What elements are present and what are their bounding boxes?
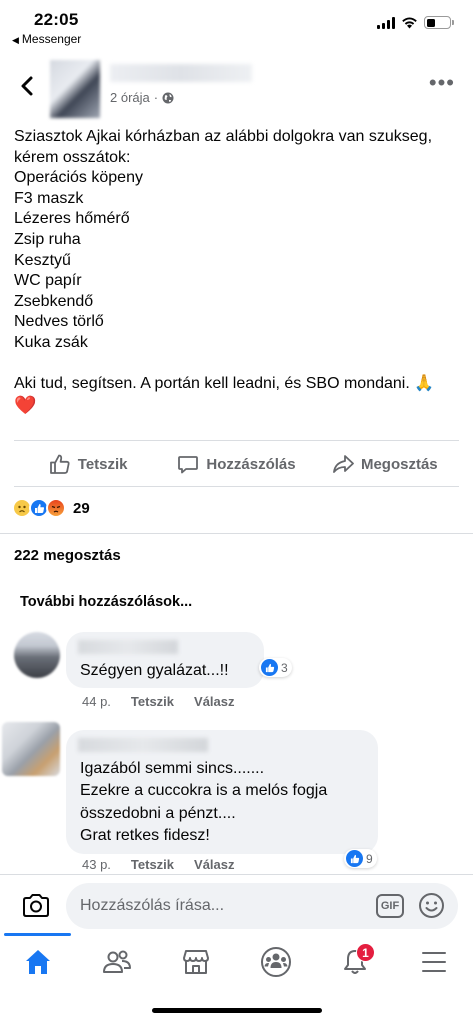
comment-label: Hozzászólás xyxy=(206,455,296,473)
cellular-signal-icon xyxy=(377,16,395,29)
tab-groups[interactable] xyxy=(256,942,296,982)
divider xyxy=(14,440,459,441)
groups-icon xyxy=(261,947,291,977)
wifi-icon xyxy=(402,17,417,29)
chevron-left-icon xyxy=(21,76,33,96)
comment-reply-button[interactable]: Válasz xyxy=(194,857,234,872)
post-closing-line: Aki tud, segítsen. A portán kell leadni,… xyxy=(14,375,435,393)
comment-text-line: Igazából semmi sincs....... xyxy=(80,760,265,777)
reactions-summary[interactable]: 29 xyxy=(12,498,90,518)
commenter-avatar[interactable] xyxy=(14,632,60,678)
author-name-redacted[interactable] xyxy=(110,64,252,82)
post-actions: Tetszik Hozzászólás Megosztás xyxy=(14,442,459,486)
angry-reaction-icon xyxy=(46,498,66,518)
tab-marketplace[interactable] xyxy=(176,942,216,982)
active-tab-indicator xyxy=(4,933,71,936)
comment-text: Igazából semmi sincs....... Ezekre a cuc… xyxy=(80,758,327,848)
comment-meta: 43 p. Tetszik Válasz xyxy=(82,857,235,872)
like-reaction-icon xyxy=(261,659,278,676)
bottom-tab-bar: 1 xyxy=(0,938,473,988)
status-icons xyxy=(377,16,454,29)
back-triangle-icon: ◀ xyxy=(12,35,19,45)
post-line: Nedves törlő xyxy=(14,313,104,331)
home-icon xyxy=(26,950,50,974)
thumbs-up-icon xyxy=(49,454,70,474)
post-line: Kuka zsák xyxy=(14,333,88,351)
comment-time: 43 p. xyxy=(82,857,111,872)
home-indicator[interactable] xyxy=(152,1008,322,1013)
comment-reaction-count: 9 xyxy=(366,851,373,866)
author-avatar[interactable] xyxy=(50,60,100,118)
more-options-button[interactable]: ••• xyxy=(429,72,455,94)
hamburger-menu-icon xyxy=(422,952,446,972)
share-button[interactable]: Megosztás xyxy=(311,453,459,475)
comment-text-line: Ezekre a cuccokra is a melós fogja xyxy=(80,782,328,800)
more-dots-icon: ••• xyxy=(428,70,455,95)
post-header: 2 órája · ••• xyxy=(0,52,473,122)
comment-text-line: Grat retkes fidesz! xyxy=(80,827,210,845)
post-line: Kesztyű xyxy=(14,251,71,269)
emoji-button[interactable] xyxy=(418,892,445,919)
heart-emoji: ❤️ xyxy=(14,394,37,415)
notification-badge: 1 xyxy=(356,943,375,962)
camera-button[interactable] xyxy=(20,890,52,922)
tab-home[interactable] xyxy=(18,942,58,982)
view-more-comments-link[interactable]: További hozzászólások... xyxy=(20,594,192,610)
share-count[interactable]: 222 megosztás xyxy=(14,547,121,564)
back-to-app-link[interactable]: ◀ Messenger xyxy=(12,32,81,46)
post-line: F3 maszk xyxy=(14,189,84,207)
comment-reaction-count: 3 xyxy=(281,660,288,675)
commenter-name-redacted[interactable] xyxy=(78,640,178,654)
post-line: kérem osszátok: xyxy=(14,148,131,166)
comment-reactions[interactable]: 3 xyxy=(259,658,292,677)
post-line: Zsip ruha xyxy=(14,230,81,248)
composer-divider xyxy=(0,874,473,875)
like-label: Tetszik xyxy=(77,455,128,473)
globe-icon xyxy=(162,92,174,103)
share-label: Megosztás xyxy=(360,455,438,473)
comment-like-button[interactable]: Tetszik xyxy=(131,694,174,709)
status-time: 22:05 xyxy=(34,10,79,29)
divider xyxy=(14,486,459,487)
post-timestamp: 2 órája · xyxy=(110,90,174,105)
back-app-label: Messenger xyxy=(21,32,82,46)
like-button[interactable]: Tetszik xyxy=(14,453,162,475)
tab-menu[interactable] xyxy=(414,942,454,982)
friends-icon xyxy=(103,950,131,973)
post-line: Sziasztok Ajkai kórházban az alábbi dolg… xyxy=(14,128,433,145)
comment-text-line: összedobni a pénzt.... xyxy=(80,804,236,822)
post-line: Zsebkendő xyxy=(14,292,94,310)
camera-icon xyxy=(23,894,49,917)
tab-friends[interactable] xyxy=(97,942,137,982)
status-bar: 22:05 ◀ Messenger xyxy=(0,0,473,50)
tab-notifications[interactable]: 1 xyxy=(335,942,375,982)
back-button[interactable] xyxy=(14,72,42,100)
comment-reply-button[interactable]: Válasz xyxy=(194,694,234,709)
comment-time: 44 p. xyxy=(82,694,111,709)
like-reaction-icon xyxy=(346,850,363,867)
post-line: WC papír xyxy=(14,272,82,290)
post-time-text: 2 órája xyxy=(110,90,150,105)
comment-text: Szégyen gyalázat...!! xyxy=(80,662,229,679)
battery-icon xyxy=(424,16,454,29)
commenter-name-redacted[interactable] xyxy=(78,738,208,752)
post-text: Sziasztok Ajkai kórházban az alábbi dolg… xyxy=(14,127,462,415)
comment-meta: 44 p. Tetszik Válasz xyxy=(82,694,235,709)
reaction-count: 29 xyxy=(73,499,90,517)
commenter-avatar[interactable] xyxy=(2,722,60,776)
post-line: Operációs köpeny xyxy=(14,169,143,187)
comment-button[interactable]: Hozzászólás xyxy=(162,453,310,475)
comment-icon xyxy=(178,456,199,474)
smiley-icon xyxy=(419,893,444,918)
gif-button[interactable]: GIF xyxy=(376,894,404,918)
post-line: Lézeres hőmérő xyxy=(14,210,130,228)
comment-reactions[interactable]: 9 xyxy=(344,849,377,868)
comment-composer: GIF xyxy=(0,880,473,932)
marketplace-icon xyxy=(183,950,209,974)
comment-like-button[interactable]: Tetszik xyxy=(131,857,174,872)
section-divider xyxy=(0,533,473,534)
share-icon xyxy=(333,455,354,473)
